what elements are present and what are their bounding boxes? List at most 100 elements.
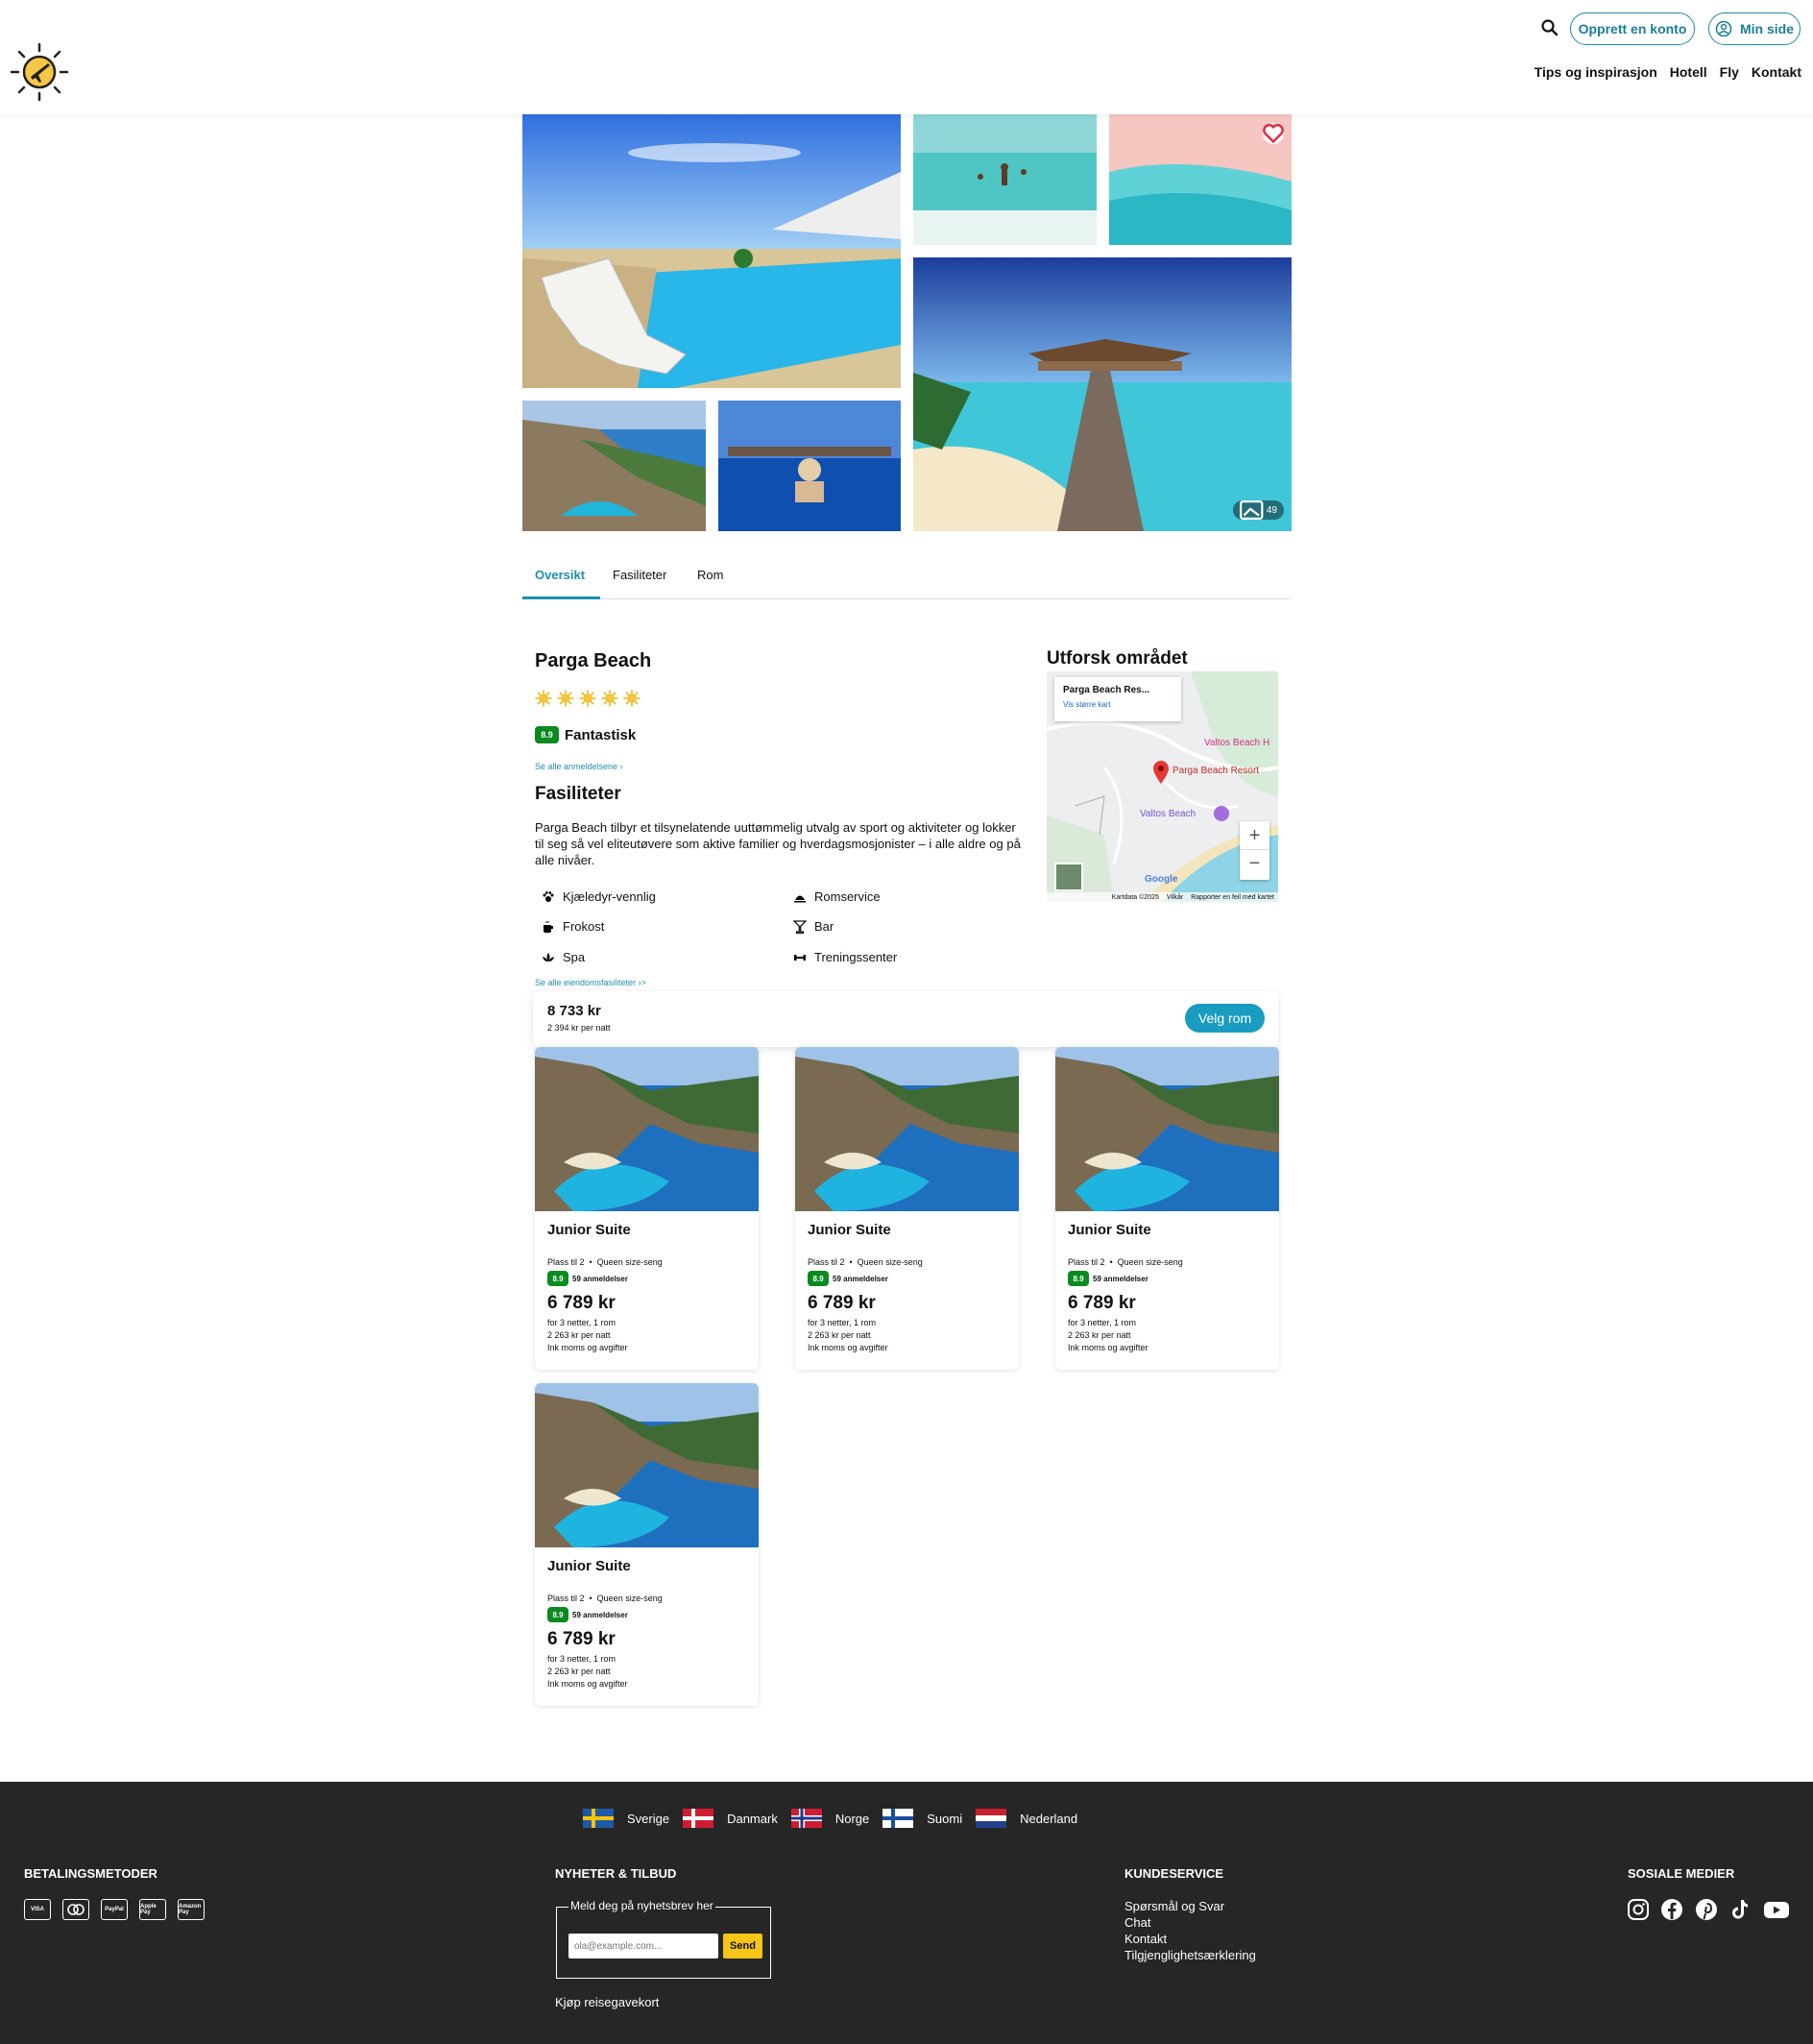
newsletter-form: Meld deg på nyhetsbrev her Send: [556, 1899, 771, 1979]
room-card[interactable]: Junior Suite Plass til 2 • Queen size-seng…: [795, 1047, 1019, 1370]
search-icon[interactable]: [1538, 16, 1561, 39]
netherlands-flag-icon: [976, 1809, 1007, 1828]
nav-hotell[interactable]: Hotell: [1670, 64, 1707, 80]
country-sverige[interactable]: Sverige: [583, 1809, 669, 1828]
norway-flag-icon: [790, 1809, 822, 1828]
country-suomi[interactable]: Suomi: [882, 1809, 962, 1828]
room-price: 6 789 kr: [808, 1293, 876, 1313]
room-tax-note: Ink moms og avgifter: [547, 1343, 628, 1352]
choose-room-button[interactable]: Velg rom: [1185, 1004, 1265, 1033]
room-capacity: Plass til 2: [547, 1257, 585, 1267]
room-title: Junior Suite: [547, 1558, 631, 1574]
bullet-dot: •: [589, 1257, 592, 1267]
room-review-count: 59 anmeldelser: [833, 1274, 888, 1283]
photo-aerial-beach[interactable]: [1109, 114, 1292, 245]
country-nederland[interactable]: Nederland: [976, 1809, 1077, 1828]
room-rating-badge: 8.9: [1068, 1271, 1089, 1286]
tab-oversikt[interactable]: Oversikt: [535, 568, 585, 582]
room-card[interactable]: Junior Suite Plass til 2 • Queen size-seng…: [535, 1383, 759, 1706]
nav-fly[interactable]: Fly: [1720, 64, 1739, 80]
facilities-heading: Fasiliteter: [535, 784, 621, 804]
facilities-description: Parga Beach tilbyr et tilsynelatende uut…: [535, 820, 1021, 867]
instagram-icon[interactable]: [1627, 1898, 1650, 1921]
view-larger-map-link[interactable]: Vis større kart: [1063, 700, 1172, 709]
pinterest-icon[interactable]: [1695, 1898, 1718, 1921]
youtube-icon[interactable]: [1763, 1898, 1790, 1921]
sun-plane-logo-icon[interactable]: [10, 42, 69, 102]
bullet-dot: •: [849, 1257, 853, 1267]
my-page-button[interactable]: Min side: [1708, 12, 1801, 45]
room-tax-note: Ink moms og avgifter: [547, 1679, 628, 1689]
map-poi-icon[interactable]: [1214, 806, 1229, 821]
photo-navagio-cliffs[interactable]: [522, 401, 706, 531]
contact-link[interactable]: Kontakt: [1124, 1932, 1167, 1946]
country-norge[interactable]: Norge: [790, 1809, 869, 1828]
map-zoom-controls: + −: [1240, 821, 1269, 880]
nav-kontakt[interactable]: Kontakt: [1752, 64, 1801, 80]
map-report-link[interactable]: Rapporter en feil med kartet: [1191, 894, 1274, 901]
tab-rom[interactable]: Rom: [697, 568, 723, 582]
room-capacity: Plass til 2: [808, 1257, 845, 1267]
favorite-heart-button[interactable]: [1263, 123, 1284, 144]
room-rating-badge: 8.9: [808, 1271, 829, 1286]
photo-infinity-pool[interactable]: [718, 401, 901, 531]
country-danmark[interactable]: Danmark: [683, 1809, 778, 1828]
sun-star-icon: [623, 690, 641, 707]
room-reviews: 8.9 59 anmeldelser: [1068, 1271, 1148, 1286]
facebook-icon[interactable]: [1660, 1898, 1683, 1921]
map-embed[interactable]: Parga Beach Res... Vis større kart Parga…: [1047, 671, 1278, 902]
room-bed: Queen size-seng: [596, 1257, 663, 1267]
total-price: 8 733 kr: [547, 1003, 601, 1019]
sweden-flag-icon: [583, 1809, 614, 1828]
map-info-card: Parga Beach Res... Vis større kart: [1054, 677, 1181, 721]
room-stay: for 3 netter, 1 rom: [547, 1318, 616, 1327]
google-logo: Google: [1145, 874, 1178, 885]
see-all-facilities-link[interactable]: Se alle eiendomsfasiliteter ›>: [535, 978, 646, 987]
nav-tips[interactable]: Tips og inspirasjon: [1535, 64, 1657, 80]
room-tax-note: Ink moms og avgifter: [808, 1343, 888, 1352]
room-capacity: Plass til 2: [547, 1594, 585, 1603]
zoom-in-button[interactable]: +: [1240, 821, 1269, 850]
finland-flag-icon: [882, 1809, 914, 1828]
amenity-pets: Kjæledyr-vennlig: [542, 889, 656, 904]
room-photo: [1055, 1047, 1279, 1211]
amenity-roomservice: Romservice: [793, 889, 881, 904]
newsletter-send-button[interactable]: Send: [723, 1934, 762, 1959]
photo-count-badge[interactable]: 49: [1233, 500, 1284, 520]
tiktok-icon[interactable]: [1728, 1898, 1752, 1921]
map-attribution: Kartdata ©2025 Vilkår Rapporter en feil …: [1047, 892, 1278, 902]
room-reviews: 8.9 59 anmeldelser: [547, 1271, 628, 1286]
map-pin-icon[interactable]: [1152, 760, 1170, 785]
newsletter-email-input[interactable]: [568, 1934, 718, 1959]
map-label-valtos-h: Valtos Beach H: [1204, 738, 1270, 748]
room-tax-note: Ink moms og avgifter: [1068, 1343, 1148, 1352]
accessibility-link[interactable]: Tilgjenglighetsærklering: [1124, 1948, 1256, 1962]
gift-card-link[interactable]: Kjøp reisegavekort: [555, 1995, 659, 2009]
see-all-reviews-link[interactable]: Se alle anmeldelsene ›: [535, 762, 623, 771]
create-account-button[interactable]: Opprett en konto: [1570, 12, 1695, 45]
photo-pool[interactable]: [522, 114, 901, 388]
room-reviews: 8.9 59 anmeldelser: [547, 1607, 628, 1622]
chat-link[interactable]: Chat: [1124, 1915, 1150, 1930]
photo-beach-swimmers[interactable]: [913, 114, 1097, 245]
room-stay: for 3 netter, 1 rom: [808, 1318, 877, 1327]
map-terms-link[interactable]: Vilkår: [1167, 894, 1183, 901]
rating-summary: 8.9 Fantastisk: [535, 726, 636, 743]
bullet-dot: •: [1109, 1257, 1113, 1267]
payment-heading: BETALINGSMETODER: [24, 1866, 157, 1881]
room-reviews: 8.9 59 anmeldelser: [808, 1271, 888, 1286]
site-header: Opprett en konto Min side Tips og inspir…: [0, 0, 1813, 114]
photo-overwater-bungalows[interactable]: 49: [913, 257, 1292, 531]
sun-star-icon: [535, 690, 552, 707]
rating-badge: 8.9: [535, 726, 559, 743]
map-satellite-toggle[interactable]: [1054, 863, 1083, 891]
room-card[interactable]: Junior Suite Plass til 2 • Queen size-seng…: [1055, 1047, 1279, 1370]
zoom-out-button[interactable]: −: [1240, 850, 1269, 879]
sun-star-icon: [601, 690, 618, 707]
room-stay: for 3 netter, 1 rom: [547, 1654, 616, 1664]
room-bed: Queen size-seng: [857, 1257, 923, 1267]
room-card[interactable]: Junior Suite Plass til 2 • Queen size-seng…: [535, 1047, 759, 1370]
faq-link[interactable]: Spørsmål og Svar: [1124, 1899, 1224, 1913]
tab-fasiliteter[interactable]: Fasiliteter: [613, 568, 666, 582]
images-icon: [1240, 500, 1264, 520]
